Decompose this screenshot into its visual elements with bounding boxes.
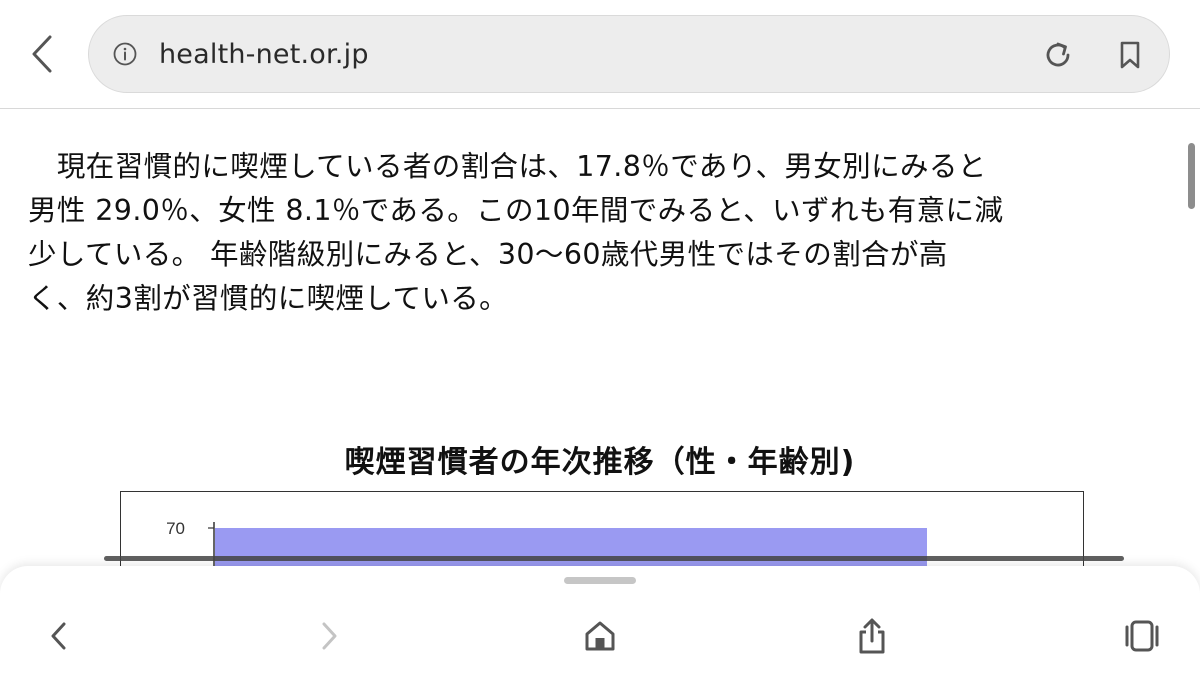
y-tick-label: 70 [166,519,185,538]
back-button[interactable] [22,28,62,80]
scrollbar-thumb[interactable] [1188,143,1195,209]
chevron-left-icon [51,622,66,650]
toolbar-divider [104,556,1124,561]
info-icon[interactable] [113,42,137,66]
bookmark-icon [1120,41,1140,69]
tabs-icon [1125,620,1159,652]
url-field[interactable]: health-net.or.jp [88,15,1170,93]
reload-icon [1046,42,1070,67]
home-icon [585,621,615,651]
reload-button[interactable] [1039,36,1077,74]
home-button[interactable] [580,616,620,656]
address-bar-area: health-net.or.jp [0,0,1200,109]
bottom-toolbar [0,566,1200,675]
share-icon [859,618,885,654]
chart-title: 喫煙習慣者の年次推移（性・年齢別) [344,445,856,480]
chevron-left-icon [32,35,52,73]
tabs-button[interactable] [1122,616,1162,656]
url-text: health-net.or.jp [159,39,369,70]
article-paragraph: 現在習慣的に喫煙している者の割合は、17.8％であり、男女別にみると 男性 29… [28,150,1004,315]
share-button[interactable] [852,616,892,656]
chevron-right-icon [322,622,337,650]
grab-handle[interactable] [564,577,636,584]
bookmark-button[interactable] [1111,36,1149,74]
toolbar-back-button[interactable] [38,616,78,656]
browser-window: health-net.or.jp 現在習慣的に喫煙している者の割合は、17.8％… [0,0,1200,675]
toolbar-forward-button[interactable] [310,616,350,656]
